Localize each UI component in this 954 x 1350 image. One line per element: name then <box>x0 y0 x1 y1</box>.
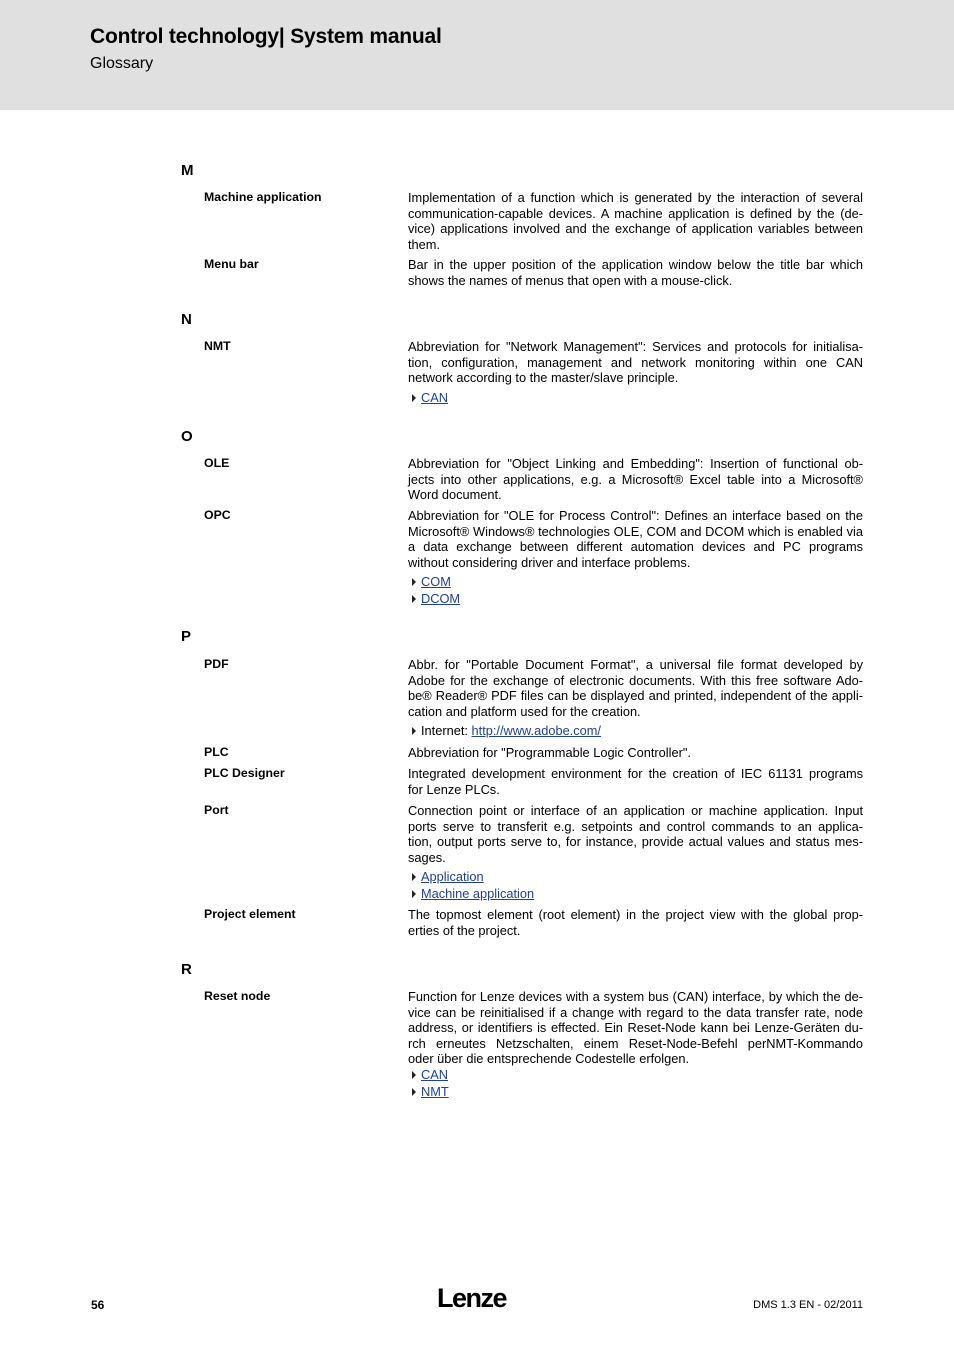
term-port: Port <box>204 803 229 817</box>
section-letter-r: R <box>181 961 192 978</box>
see-also-links-reset-node: CAN NMT <box>412 1066 449 1100</box>
definition-line: Abbreviation for "OLE for Process Contro… <box>408 508 863 523</box>
definition-project-element: The topmost element (root element) in th… <box>408 907 863 938</box>
section-letter-m: M <box>181 162 194 179</box>
definition-plc-designer: Integrated development environment for t… <box>408 766 863 797</box>
internet-label: Internet: <box>421 723 468 738</box>
definition-line: Integrated development environment for t… <box>408 766 863 781</box>
term-nmt: NMT <box>204 339 231 353</box>
definition-line: rch erneutes Netzschalten, einem Reset-N… <box>408 1035 863 1051</box>
document-info: DMS 1.3 EN - 02/2011 <box>753 1299 863 1311</box>
term-reset-node: Reset node <box>204 989 271 1003</box>
definition-line: Function for Lenze devices with a system… <box>408 989 863 1004</box>
definition-line: be® Reader® PDF files can be displayed a… <box>408 688 863 703</box>
definition-line: a data exchange between different automa… <box>408 539 863 554</box>
chapter-title: Glossary <box>90 55 154 72</box>
definition-line: Adobe for the exchange of electronic doc… <box>408 672 863 688</box>
term-plc: PLC <box>204 745 229 759</box>
definition-line: erties of the project. <box>408 922 521 938</box>
definition-line: network according to the master/slave pr… <box>408 370 679 385</box>
definition-line: Microsoft® Windows® technologies OLE, CO… <box>408 523 863 539</box>
definition-line: address, or identifiers is effected. Ein… <box>408 1020 863 1035</box>
link-nmt[interactable]: NMT <box>421 1083 449 1100</box>
definition-line: Word document. <box>408 487 502 502</box>
page-header: Control technology| System manual Glossa… <box>0 0 954 110</box>
definition-line: them. <box>408 236 441 252</box>
definition-nmt: Abbreviation for "Network Management": S… <box>408 339 863 386</box>
section-letter-n: N <box>181 311 192 328</box>
section-letter-p: P <box>181 628 192 645</box>
term-plc-designer: PLC Designer <box>204 766 285 780</box>
arrow-right-icon <box>412 393 416 402</box>
term-opc: OPC <box>204 508 231 522</box>
lenze-logo: Lenze <box>437 1283 508 1313</box>
definition-line: Abbreviation for "Network Management": S… <box>408 339 863 354</box>
arrow-right-icon <box>412 1070 416 1079</box>
definition-line: Implementation of a function which is ge… <box>408 190 863 205</box>
definition-line: tion, output ports serve to, for instanc… <box>408 834 863 849</box>
definition-line: jects into other applications, e.g. a Mi… <box>408 471 863 487</box>
definition-line: shows the names of menus that open with … <box>408 272 733 288</box>
definition-line: ports serve to transferit e.g. setpoints… <box>408 818 863 834</box>
definition-line: The topmost element (root element) in th… <box>408 907 863 922</box>
page-number: 56 <box>91 1298 105 1312</box>
arrow-right-icon <box>412 726 416 735</box>
see-also-links-nmt: CAN <box>412 389 448 406</box>
arrow-right-icon <box>412 577 416 586</box>
definition-line: Abbreviation for "Programmable Logic Con… <box>408 745 691 760</box>
definition-line: Abbr. for "Portable Document Format", a … <box>408 657 863 672</box>
link-machine-application[interactable]: Machine application <box>421 885 534 902</box>
link-adobe-website[interactable]: http://www.adobe.com/ <box>472 722 601 739</box>
definition-line: communication-capable devices. A machine… <box>408 205 863 221</box>
document-title: Control technology| System manual <box>90 25 442 48</box>
definition-plc: Abbreviation for "Programmable Logic Con… <box>408 745 863 761</box>
definition-pdf: Abbr. for "Portable Document Format", a … <box>408 657 863 719</box>
link-dcom[interactable]: DCOM <box>421 590 460 607</box>
term-machine-application: Machine application <box>204 190 322 204</box>
term-menu-bar: Menu bar <box>204 257 259 271</box>
term-ole: OLE <box>204 456 230 470</box>
definition-line: vice) applications involved and the exch… <box>408 221 863 236</box>
definition-line: Bar in the upper position of the applica… <box>408 257 863 272</box>
arrow-right-icon <box>412 889 416 898</box>
link-can[interactable]: CAN <box>421 389 448 406</box>
definition-line: vice can be reinitialised if a change wi… <box>408 1004 863 1020</box>
definition-ole: Abbreviation for "Object Linking and Emb… <box>408 456 863 503</box>
link-com[interactable]: COM <box>421 573 451 590</box>
definition-port: Connection point or interface of an appl… <box>408 803 863 865</box>
arrow-right-icon <box>412 1087 416 1096</box>
definition-machine-application: Implementation of a function which is ge… <box>408 190 863 252</box>
see-also-links-opc: COM DCOM <box>412 573 460 607</box>
definition-line: without considering driver and interface… <box>408 554 691 570</box>
definition-line: cation and platform used for the creatio… <box>408 703 641 719</box>
definition-opc: Abbreviation for "OLE for Process Contro… <box>408 508 863 570</box>
definition-line: Connection point or interface of an appl… <box>408 803 863 818</box>
link-can[interactable]: CAN <box>421 1066 448 1083</box>
definition-menu-bar: Bar in the upper position of the applica… <box>408 257 863 288</box>
arrow-right-icon <box>412 872 416 881</box>
section-letter-o: O <box>181 428 193 445</box>
see-also-links-pdf: Internet: http://www.adobe.com/ <box>412 722 601 739</box>
term-pdf: PDF <box>204 657 229 671</box>
arrow-right-icon <box>412 594 416 603</box>
link-application[interactable]: Application <box>421 868 484 885</box>
definition-reset-node: Function for Lenze devices with a system… <box>408 989 863 1067</box>
definition-line: sages. <box>408 849 446 865</box>
definition-line: tion, configuration, management and netw… <box>408 354 863 370</box>
definition-line: oder über die entsprechende Codestelle e… <box>408 1051 690 1066</box>
see-also-links-port: Application Machine application <box>412 868 534 902</box>
definition-line: for Lenze PLCs. <box>408 781 500 797</box>
definition-line: Abbreviation for "Object Linking and Emb… <box>408 456 863 471</box>
term-project-element: Project element <box>204 907 296 921</box>
